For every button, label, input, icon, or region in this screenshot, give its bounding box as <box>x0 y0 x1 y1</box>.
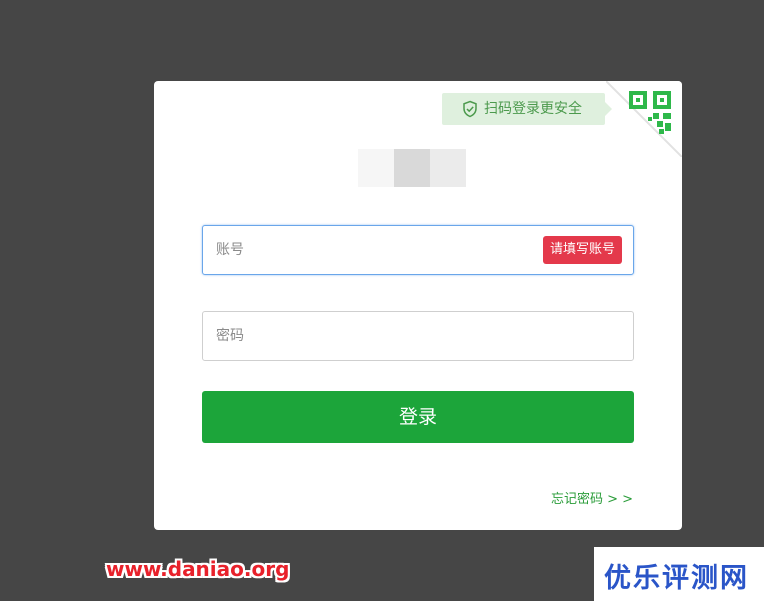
forgot-password-link[interactable]: 忘记密码 > > <box>551 488 633 507</box>
site-logo-blurred <box>358 149 466 187</box>
qr-code-icon <box>606 81 682 157</box>
watermark-site: 优乐评测网 <box>594 547 764 601</box>
login-button[interactable]: 登录 <box>202 391 634 443</box>
password-input[interactable] <box>203 312 633 360</box>
qr-login-tip: 扫码登录更安全 <box>442 93 612 125</box>
shield-check-icon <box>463 100 477 118</box>
watermark-url: www.daniao.org <box>106 557 290 581</box>
watermark-site-label: 优乐评测网 <box>604 563 749 594</box>
account-field[interactable]: 请填写账号 <box>202 225 634 275</box>
password-field[interactable] <box>202 311 634 361</box>
account-error-badge: 请填写账号 <box>542 236 622 264</box>
qr-tip-label: 扫码登录更安全 <box>484 101 582 117</box>
login-card: 扫码登录更安全 请填写账号 <box>154 81 682 530</box>
qr-login-toggle[interactable] <box>606 81 682 157</box>
